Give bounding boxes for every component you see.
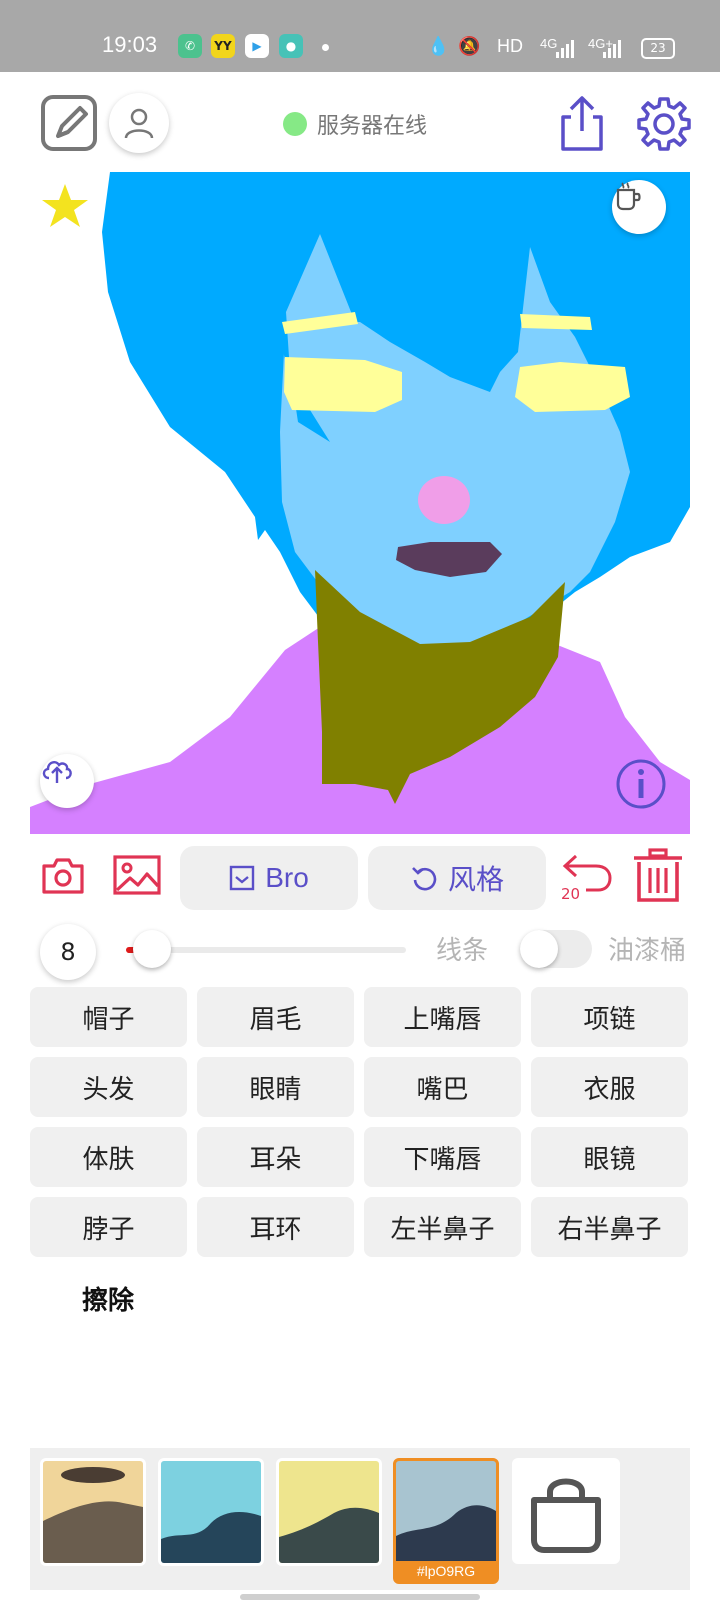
part-button[interactable]: 眼睛 [197,1057,354,1117]
coffee-button[interactable] [612,180,666,234]
camera-icon [42,858,84,894]
share-icon [561,96,603,151]
style-button[interactable]: 风格 [368,846,546,910]
part-button[interactable]: 帽子 [30,987,187,1047]
mute-icon: 🔕 [458,36,481,56]
undo-count: 20 [561,885,581,903]
phone-app-icon: ✆ [178,34,202,58]
history-thumbnail[interactable] [158,1458,264,1566]
refresh-icon [412,867,437,891]
part-button[interactable]: 左半鼻子 [364,1197,521,1257]
drawing-canvas[interactable] [30,172,690,834]
history-thumbnail-selected[interactable]: #lpO9RG [393,1458,499,1584]
edit-button[interactable] [40,94,98,152]
upload-cloud-icon [42,761,72,783]
server-status-label: 服务器在线 [317,114,428,139]
settings-button[interactable] [634,94,694,154]
battery-indicator: 23 [641,38,675,59]
model-select-button[interactable]: Bro [180,846,358,910]
profile-button[interactable] [109,93,169,153]
network-label: HD [497,36,523,56]
paint-bucket-toggle[interactable] [520,930,592,968]
erase-button[interactable]: 擦除 [82,1280,134,1317]
server-status: 服务器在线 [283,110,428,139]
paint-bucket-toggle-knob [520,930,558,968]
part-button[interactable]: 上嘴唇 [364,987,521,1047]
portrait-drawing [30,172,690,834]
part-button[interactable]: 下嘴唇 [364,1127,521,1187]
camera-button[interactable] [40,852,86,898]
status-bar: 19:03 ✆ YY ▶ ● 💧 🔕 HD 4G 4G+ 23 [0,0,720,72]
shop-button[interactable] [512,1458,620,1564]
part-button[interactable]: 眼镜 [531,1127,688,1187]
notification-dot [322,44,329,51]
video-app-icon: ▶ [245,34,269,58]
upload-button[interactable] [40,754,94,808]
part-button[interactable]: 衣服 [531,1057,688,1117]
parts-grid: 帽子 眉毛 上嘴唇 项链头发 眼睛 嘴巴 衣服体肤 耳朵 下嘴唇 眼镜脖子 耳环 左半鼻子 右半鼻子 [30,987,690,1257]
coffee-icon [616,182,641,211]
part-button[interactable]: 眉毛 [197,987,354,1047]
home-indicator[interactable] [240,1594,480,1600]
star-icon[interactable] [40,182,90,232]
history-thumbnail[interactable] [276,1458,382,1566]
part-button[interactable]: 体肤 [30,1127,187,1187]
part-button[interactable]: 头发 [30,1057,187,1117]
paint-bucket-label: 油漆桶 [608,936,687,966]
brush-size-indicator: 8 [40,924,96,980]
part-button[interactable]: 右半鼻子 [531,1197,688,1257]
signal-label-1: 4G [540,36,558,51]
share-button[interactable] [554,94,610,154]
info-icon [616,759,666,809]
part-button[interactable]: 耳环 [197,1197,354,1257]
signal-bars-icon-2 [603,40,621,58]
style-label: 风格 [447,864,504,895]
info-button[interactable] [615,758,667,810]
edit-icon [41,95,97,151]
water-drop-icon: 💧 [427,36,450,56]
chat-app-icon: ● [279,34,303,58]
checkbox-icon [230,865,255,891]
history-thumbnail-id: #lpO9RG [396,1561,496,1581]
signal-bars-icon [556,40,574,58]
model-label: Bro [265,862,309,893]
user-icon [124,108,154,139]
part-button[interactable]: 项链 [531,987,688,1047]
gallery-button[interactable] [112,852,162,898]
server-status-dot [283,112,307,136]
image-icon [113,855,161,895]
shopping-bag-icon [531,1478,601,1553]
history-thumbnail[interactable] [40,1458,146,1566]
brush-size-slider-thumb[interactable] [133,930,172,968]
delete-button[interactable] [632,848,684,904]
part-button[interactable]: 耳朵 [197,1127,354,1187]
settings-icon [637,97,691,151]
line-mode-label: 线条 [436,936,489,966]
yy-app-icon: YY [211,34,235,58]
part-button[interactable]: 嘴巴 [364,1057,521,1117]
part-button[interactable]: 脖子 [30,1197,187,1257]
status-time: 19:03 [102,32,158,57]
trash-icon [634,848,682,902]
